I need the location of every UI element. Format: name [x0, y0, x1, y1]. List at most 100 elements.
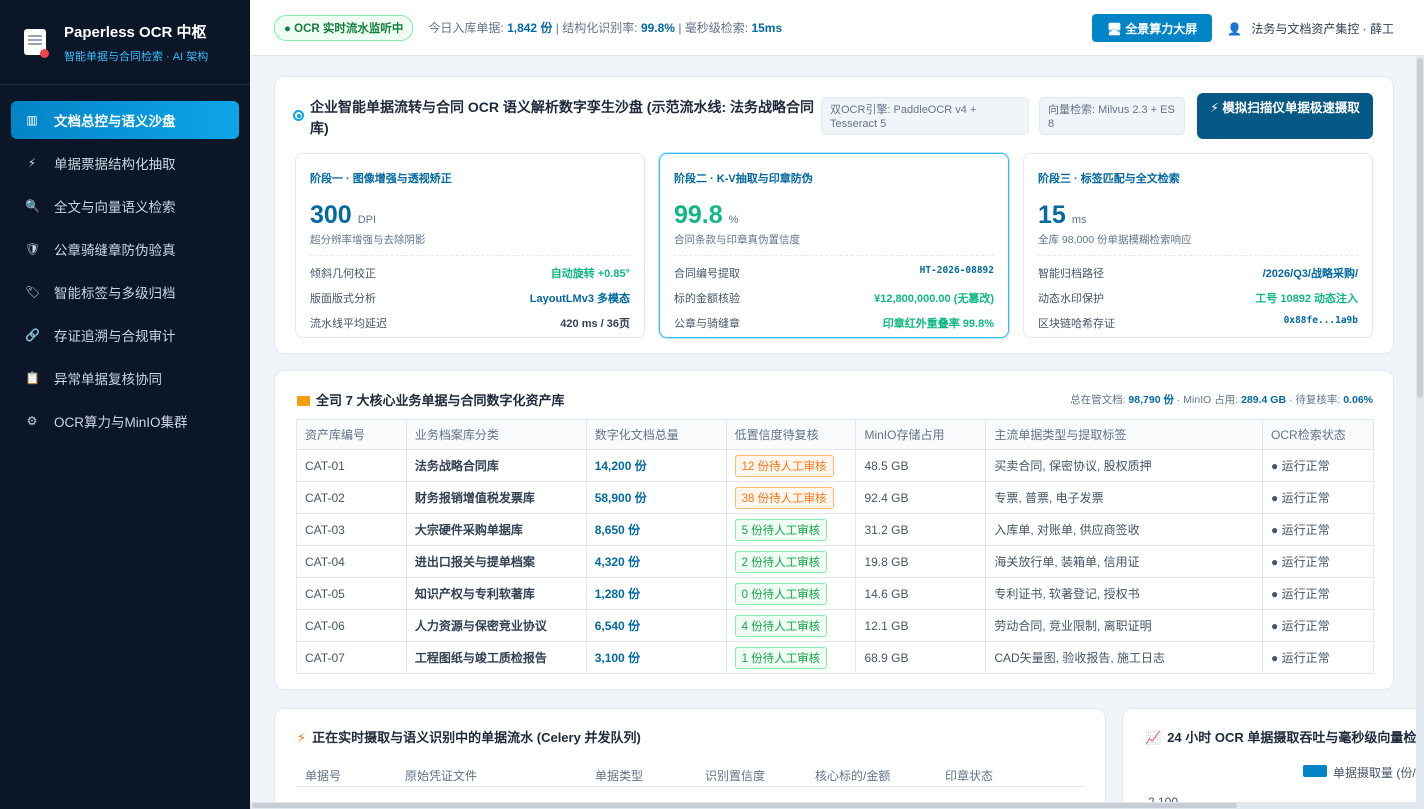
stage-kv-row: 合同编号提取 HT-2026-08892 — [674, 265, 994, 280]
live-status-badge: ● OCR 实时流水监听中 — [274, 14, 414, 41]
review-badge[interactable]: 4 份待人工审核 — [734, 614, 828, 637]
sidebar-item-6[interactable]: 📋 异常单据复核协同 — [11, 359, 239, 397]
horizontal-scrollbar[interactable] — [250, 802, 1424, 809]
main-content: 企业智能单据流转与合同 OCR 语义解析数字孪生沙盘 (示范流水线: 法务战略合… — [250, 56, 1416, 809]
asset-count: 4,320 份 — [585, 545, 727, 578]
scrollbar-thumb[interactable] — [252, 803, 1237, 808]
legend-swatch[interactable] — [1303, 765, 1327, 777]
vector-search-tag: 向量检索: Milvus 2.3 + ES 8 — [1039, 97, 1185, 135]
sidebar-item-label: OCR算力与MinIO集群 — [54, 415, 188, 430]
lightning-icon: ⚡ — [297, 730, 307, 745]
asset-category: 进出口报关与提单档案 — [405, 545, 587, 578]
asset-table: 资产库编号 业务档案库分类 数字化文档总量 低置信度待复核 MinIO存储占用 主流单据类… — [296, 419, 1374, 674]
table-row[interactable]: CAT-03 大宗硬件采购单据库 8,650 份 5 份待人工审核 31.2 GB 入库单… — [296, 513, 1374, 546]
review-badge[interactable]: 38 份待人工审核 — [734, 486, 834, 509]
stream-column-header[interactable]: 单据号 — [305, 767, 341, 784]
asset-count: 6,540 份 — [585, 609, 727, 642]
review-badge[interactable]: 0 份待人工审核 — [734, 582, 828, 605]
lightning-icon: ⚡ — [27, 156, 37, 170]
tag-icon: 🏷 — [25, 285, 41, 299]
ocr-status: ● 运行正常 — [1262, 641, 1374, 674]
pipeline-stage-1: 阶段一 · 图像增强与透视矫正 300 DPI 超分辨率增强与去除阴影 倾斜几何校正 自动… — [295, 153, 645, 338]
table-row[interactable]: CAT-05 知识产权与专利软著库 1,280 份 0 份待人工审核 14.6 GB 专利… — [296, 577, 1374, 610]
table-row[interactable]: CAT-07 工程图纸与竣工质检报告 3,100 份 1 份待人工审核 68.9 GB C… — [296, 641, 1374, 674]
ocr-status: ● 运行正常 — [1262, 449, 1374, 482]
review-cell: 38 份待人工审核 — [725, 481, 857, 514]
table-row[interactable]: CAT-02 财务报销增值税发票库 58,900 份 38 份待人工审核 92.4 GB… — [296, 481, 1374, 514]
asset-category: 工程图纸与竣工质检报告 — [405, 641, 587, 674]
sidebar-item-2[interactable]: 🔍 全文与向量语义检索 — [11, 187, 239, 225]
throughput-chart-card: 📈24 小时 OCR 单据摄取吞吐与毫秒级向量检索 单据摄取量 (份/h) 2,… — [1122, 708, 1416, 809]
gear-icon: ⚙ — [26, 414, 38, 428]
simulate-scan-button[interactable]: ⚡ 模拟扫描仪单据极速摄取 — [1197, 93, 1373, 139]
review-badge[interactable]: 12 份待人工审核 — [734, 454, 834, 477]
review-badge[interactable]: 2 份待人工审核 — [734, 550, 828, 573]
column-header[interactable]: 资产库编号 — [296, 419, 407, 450]
review-cell: 5 份待人工审核 — [725, 513, 857, 546]
storage-size: 68.9 GB — [855, 641, 987, 674]
storage-size: 31.2 GB — [855, 513, 987, 546]
ingest-stream-card: ⚡ 正在实时摄取与语义识别中的单据流水 (Celery 并发队列) 单据号 原始凭证… — [274, 708, 1106, 809]
column-header[interactable]: 业务档案库分类 — [405, 419, 587, 450]
sidebar-item-1[interactable]: ⚡ 单据票据结构化抽取 — [11, 144, 239, 182]
stage-kv-row: 标的金额核验 ¥12,800,000.00 (无篡改) — [674, 293, 994, 305]
stage-title: 阶段一 · 图像增强与透视矫正 — [310, 173, 452, 185]
review-cell: 1 份待人工审核 — [725, 641, 857, 674]
sidebar-item-7[interactable]: ⚙ OCR算力与MinIO集群 — [11, 402, 239, 440]
review-cell: 2 份待人工审核 — [725, 545, 857, 578]
throughput-chart-title: 📈 24 小时 OCR 单据摄取吞吐与毫秒级向量检索 — [1145, 730, 1416, 745]
column-header[interactable]: 数字化文档总量 — [585, 419, 727, 450]
sidebar-item-3[interactable]: 🛡 公章骑缝章防伪验真 — [11, 230, 239, 268]
table-row[interactable]: CAT-01 法务战略合同库 14,200 份 12 份待人工审核 48.5 GB 买卖合… — [296, 449, 1374, 482]
review-badge[interactable]: 5 份待人工审核 — [734, 518, 828, 541]
stream-column-header[interactable]: 识别置信度 — [705, 767, 765, 784]
asset-id: CAT-03 — [296, 513, 407, 546]
review-cell: 0 份待人工审核 — [725, 577, 857, 610]
sidebar-item-5[interactable]: 🔗 存证追溯与合规审计 — [11, 316, 239, 354]
user-icon: 👤 — [1227, 22, 1242, 36]
user-name: 法务与文档资产集控 · 薛工 — [1251, 22, 1394, 36]
scrollbar-thumb[interactable] — [1417, 58, 1423, 398]
sidebar-item-0[interactable]: ▥ 文档总控与语义沙盘 — [11, 101, 239, 139]
today-stats: 今日入库单据: 1,842 份 | 结构化识别率: 99.8% | 毫秒级检索:… — [428, 21, 783, 35]
ocr-status: ● 运行正常 — [1262, 577, 1374, 610]
overview-title: 企业智能单据流转与合同 OCR 语义解析数字孪生沙盘 (示范流水线: 法务战略合… — [293, 97, 818, 139]
review-badge[interactable]: 1 份待人工审核 — [734, 646, 828, 669]
asset-category: 财务报销增值税发票库 — [405, 481, 587, 514]
sidebar-item-label: 异常单据复核协同 — [54, 372, 162, 387]
sidebar-item-label: 存证追溯与合规审计 — [54, 329, 176, 344]
table-row[interactable]: CAT-04 进出口报关与提单档案 4,320 份 2 份待人工审核 19.8 GB 海关… — [296, 545, 1374, 578]
asset-id: CAT-04 — [296, 545, 407, 578]
column-header[interactable]: MinIO存储占用 — [855, 419, 987, 450]
link-icon: 🔗 — [25, 328, 40, 342]
legend-label[interactable]: 单据摄取量 (份/h) — [1333, 764, 1416, 781]
stage-kv-row: 公章与骑缝章 印章红外重叠率 99.8% — [674, 318, 994, 330]
stream-column-header[interactable]: 印章状态 — [945, 767, 993, 784]
ocr-status: ● 运行正常 — [1262, 609, 1374, 642]
storage-size: 12.1 GB — [855, 609, 987, 642]
user-menu[interactable]: 👤 法务与文档资产集控 · 薛工 — [1227, 20, 1394, 37]
asset-category: 大宗硬件采购单据库 — [405, 513, 587, 546]
stream-column-header[interactable]: 核心标的/金额 — [815, 767, 890, 784]
table-row[interactable]: CAT-06 人力资源与保密竞业协议 6,540 份 4 份待人工审核 12.1 GB 劳… — [296, 609, 1374, 642]
vertical-scrollbar[interactable] — [1416, 56, 1424, 809]
review-cell: 4 份待人工审核 — [725, 609, 857, 642]
column-header[interactable]: 低置信度待复核 — [725, 419, 857, 450]
doc-types: 买卖合同, 保密协议, 股权质押 — [985, 449, 1264, 482]
stage-kv-row: 版面版式分析 LayoutLMv3 多模态 — [310, 293, 630, 305]
bigscreen-button[interactable]: 🖥 全景算力大屏 — [1092, 14, 1212, 42]
column-header[interactable]: OCR检索状态 — [1262, 419, 1374, 450]
asset-library-title: 全司 7 大核心业务单据与合同数字化资产库 — [297, 390, 564, 409]
asset-count: 3,100 份 — [585, 641, 727, 674]
sidebar-item-4[interactable]: 🏷 智能标签与多级归档 — [11, 273, 239, 311]
stage-title: 阶段三 · 标签匹配与全文检索 — [1038, 173, 1180, 185]
asset-id: CAT-05 — [296, 577, 407, 610]
column-header[interactable]: 主流单据类型与提取标签 — [985, 419, 1264, 450]
stream-column-header[interactable]: 原始凭证文件 — [405, 767, 477, 784]
stream-column-header[interactable]: 单据类型 — [595, 767, 643, 784]
storage-size: 14.6 GB — [855, 577, 987, 610]
ingest-stream-title: ⚡ 正在实时摄取与语义识别中的单据流水 (Celery 并发队列) — [297, 730, 641, 745]
pipeline-stage-2: 阶段二 · K-V抽取与印章防伪 99.8% 合同条款与印章真伪置信度 合同编号提取 H… — [659, 153, 1009, 338]
stage-metric: 300 DPI — [310, 201, 377, 229]
stage-description: 合同条款与印章真伪置信度 — [674, 232, 994, 256]
